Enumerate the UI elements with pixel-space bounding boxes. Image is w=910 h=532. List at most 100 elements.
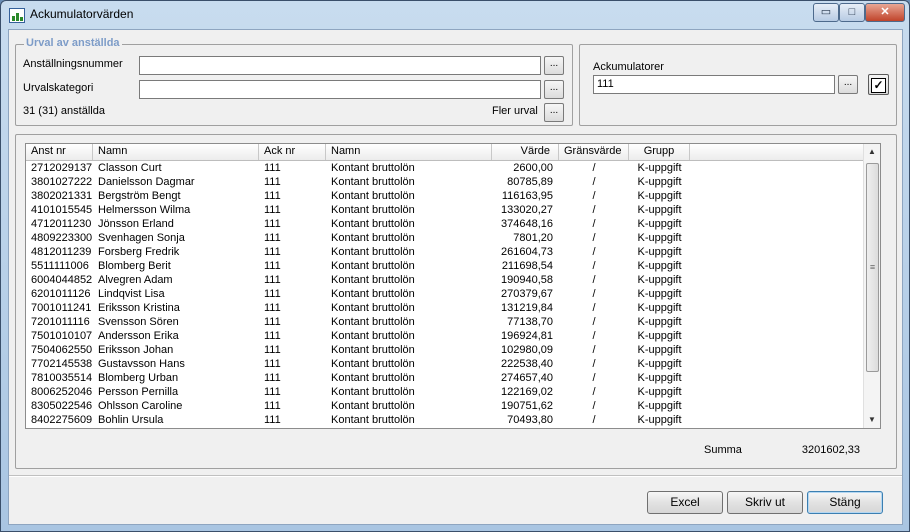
excel-button[interactable]: Excel [647, 491, 723, 514]
cell-ack-namn: Kontant bruttolön [331, 372, 415, 384]
column-header-grupp[interactable]: Grupp [629, 144, 690, 160]
cell-gransvarde: / [592, 204, 596, 216]
column-header-varde[interactable]: Värde [492, 144, 559, 160]
minimize-button[interactable]: ▭ [813, 3, 839, 22]
table-body: 2712029137 Classon Curt 111 Kontant bruttol… [26, 161, 864, 427]
cell-ack-namn: Kontant bruttolön [331, 358, 415, 370]
ackumulatorer-input[interactable]: 111 [593, 75, 835, 94]
cell-acknr: 111 [264, 372, 281, 384]
urval-groupbox: Urval av anställda Anställningsnummer ..… [15, 37, 573, 126]
cell-acknr: 111 [264, 330, 281, 342]
cell-grupp: K-uppgift [637, 274, 682, 286]
table-row[interactable]: 7504062550 Eriksson Johan 111 Kontant brutt… [26, 343, 864, 357]
cell-varde: 190751,62 [501, 400, 553, 412]
results-table[interactable]: Anst nr Namn Ack nr Namn Värde Gränsvärd… [25, 143, 881, 429]
fler-urval-button[interactable]: ... [544, 103, 564, 122]
vertical-scrollbar[interactable]: ▲ ≡ ▼ [863, 144, 880, 428]
column-header-namn[interactable]: Namn [93, 144, 259, 160]
table-row[interactable]: 4712011230 Jönsson Erland 111 Kontant brutt… [26, 217, 864, 231]
cell-namn: Eriksson Johan [98, 344, 174, 356]
cell-gransvarde: / [592, 400, 596, 412]
cell-gransvarde: / [592, 288, 596, 300]
anstallningsnummer-label: Anställningsnummer [23, 58, 123, 70]
cell-acknr: 111 [264, 176, 281, 188]
cell-ack-namn: Kontant bruttolön [331, 162, 415, 174]
table-row[interactable]: 4101015545 Helmersson Wilma 111 Kontant bru… [26, 203, 864, 217]
scroll-up-icon[interactable]: ▲ [864, 144, 880, 160]
cell-namn: Gustavsson Hans [98, 358, 185, 370]
ackumulatorer-label: Ackumulatorer [593, 61, 664, 73]
column-header-anstnr[interactable]: Anst nr [26, 144, 93, 160]
close-dialog-button[interactable]: Stäng [807, 491, 883, 514]
urvalskategori-input[interactable] [139, 80, 541, 99]
cell-anstnr: 7501010107 [31, 330, 93, 342]
cell-varde: 274657,40 [501, 372, 553, 384]
scroll-thumb[interactable]: ≡ [866, 163, 879, 372]
cell-namn: Svensson Sören [98, 316, 179, 328]
cell-anstnr: 4809223300 [31, 232, 93, 244]
cell-gransvarde: / [592, 316, 596, 328]
cell-varde: 131219,84 [501, 302, 553, 314]
cell-grupp: K-uppgift [637, 386, 682, 398]
cell-varde: 270379,67 [501, 288, 553, 300]
table-row[interactable]: 7001011241 Eriksson Kristina 111 Kontant br… [26, 301, 864, 315]
cell-namn: Blomberg Urban [98, 372, 179, 384]
table-row[interactable]: 6004044852 Alvegren Adam 111 Kontant brutto… [26, 273, 864, 287]
urvalskategori-browse-button[interactable]: ... [544, 80, 564, 99]
cell-varde: 116163,95 [501, 190, 553, 202]
cell-anstnr: 7810035514 [31, 372, 93, 384]
cell-gransvarde: / [592, 372, 596, 384]
cell-gransvarde: / [592, 176, 596, 188]
table-row[interactable]: 5511111006 Blomberg Berit 111 Kontant brutt… [26, 259, 864, 273]
anstallningsnummer-input[interactable] [139, 56, 541, 75]
table-row[interactable]: 6201011126 Lindqvist Lisa 111 Kontant brutt… [26, 287, 864, 301]
cell-ack-namn: Kontant bruttolön [331, 204, 415, 216]
table-row[interactable]: 2712029137 Classon Curt 111 Kontant bruttol… [26, 161, 864, 175]
ackumulatorer-confirm-button[interactable]: ✓ [868, 74, 889, 95]
table-row[interactable]: 7702145538 Gustavsson Hans 111 Kontant brut… [26, 357, 864, 371]
cell-gransvarde: / [592, 330, 596, 342]
cell-grupp: K-uppgift [637, 162, 682, 174]
table-row[interactable]: 4809223300 Svenhagen Sonja 111 Kontant brut… [26, 231, 864, 245]
cell-namn: Svenhagen Sonja [98, 232, 185, 244]
cell-acknr: 111 [264, 218, 281, 230]
table-row[interactable]: 4812011239 Forsberg Fredrik 111 Kontant bru… [26, 245, 864, 259]
cell-namn: Forsberg Fredrik [98, 246, 180, 258]
table-row[interactable]: 3801027222 Danielsson Dagmar 111 Kontant br… [26, 175, 864, 189]
title-bar[interactable]: Ackumulatorvärden ▭ □ ✕ [1, 1, 909, 28]
cell-ack-namn: Kontant bruttolön [331, 190, 415, 202]
cell-varde: 133020,27 [501, 204, 553, 216]
cell-ack-namn: Kontant bruttolön [331, 260, 415, 272]
table-row[interactable]: 8305022546 Ohlsson Caroline 111 Kontant bru… [26, 399, 864, 413]
cell-ack-namn: Kontant bruttolön [331, 400, 415, 412]
cell-gransvarde: / [592, 232, 596, 244]
table-row[interactable]: 7501010107 Andersson Erika 111 Kontant brut… [26, 329, 864, 343]
print-button[interactable]: Skriv ut [727, 491, 803, 514]
table-row[interactable]: 3802021331 Bergström Bengt 111 Kontant brut… [26, 189, 864, 203]
cell-gransvarde: / [592, 386, 596, 398]
cell-varde: 222538,40 [501, 358, 553, 370]
cell-grupp: K-uppgift [637, 260, 682, 272]
close-button[interactable]: ✕ [865, 3, 905, 22]
table-row[interactable]: 7810035514 Blomberg Urban 111 Kontant brutt… [26, 371, 864, 385]
anstallningsnummer-browse-button[interactable]: ... [544, 56, 564, 75]
cell-ack-namn: Kontant bruttolön [331, 386, 415, 398]
cell-acknr: 111 [264, 414, 281, 426]
cell-grupp: K-uppgift [637, 344, 682, 356]
ackumulatorer-browse-button[interactable]: ... [838, 75, 858, 94]
table-row[interactable]: 8006252046 Persson Pernilla 111 Kontant bru… [26, 385, 864, 399]
maximize-button[interactable]: □ [839, 3, 865, 22]
cell-ack-namn: Kontant bruttolön [331, 344, 415, 356]
cell-varde: 77138,70 [507, 316, 553, 328]
cell-anstnr: 6004044852 [31, 274, 93, 286]
column-header-ack-namn[interactable]: Namn [326, 144, 492, 160]
column-header-acknr[interactable]: Ack nr [259, 144, 326, 160]
cell-varde: 190940,58 [501, 274, 553, 286]
column-header-gransvarde[interactable]: Gränsvärde [559, 144, 629, 160]
cell-acknr: 111 [264, 344, 281, 356]
table-row[interactable]: 7201011116 Svensson Sören 111 Kontant brutt… [26, 315, 864, 329]
employee-count-text: 31 (31) anställda [23, 105, 105, 117]
scroll-down-icon[interactable]: ▼ [864, 412, 880, 428]
table-row[interactable]: 8402275609 Bohlin Ursula 111 Kontant brutto… [26, 413, 864, 427]
cell-anstnr: 8402275609 [31, 414, 93, 426]
